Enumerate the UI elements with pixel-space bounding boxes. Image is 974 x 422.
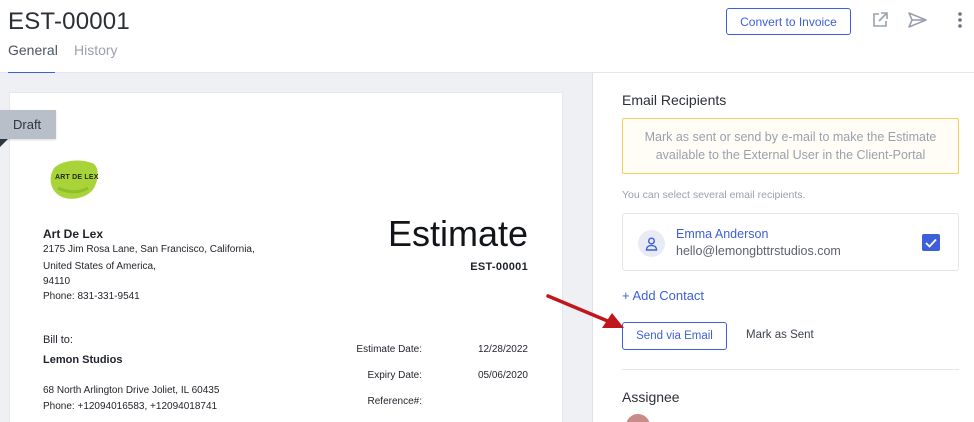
estimate-title: Estimate xyxy=(387,213,528,254)
send-via-email-button[interactable]: Send via Email xyxy=(622,322,727,350)
check-icon xyxy=(925,238,937,248)
contact-checkbox[interactable] xyxy=(922,234,940,251)
external-link-icon[interactable] xyxy=(870,10,890,30)
logo-text: ART DE LEX xyxy=(55,174,99,181)
assignee-title: Assignee xyxy=(622,389,680,405)
mark-as-sent-button[interactable]: Mark as Sent xyxy=(746,329,814,341)
contact-name: Emma Anderson xyxy=(676,227,769,241)
expiry-date-label: Expiry Date: xyxy=(367,370,422,381)
bill-to-address: 68 North Arlington Drive Joliet, IL 6043… xyxy=(43,385,220,396)
recipients-hint: You can select several email recipients. xyxy=(622,189,806,201)
tab-history[interactable]: History xyxy=(74,42,118,73)
draft-status-badge: Draft xyxy=(0,110,56,139)
estimate-date-value: 12/28/2022 xyxy=(477,344,528,355)
company-address-line3: 94110 xyxy=(43,276,71,287)
company-address-line1: 2175 Jim Rosa Lane, San Francisco, Calif… xyxy=(43,244,255,255)
draft-tag-fold xyxy=(0,139,8,147)
page-title: EST-00001 xyxy=(8,8,130,35)
company-phone: Phone: 831-331-9541 xyxy=(43,291,140,302)
contact-email: hello@lemongbttrstudios.com xyxy=(676,244,841,258)
email-recipients-title: Email Recipients xyxy=(622,92,727,108)
portal-notice: Mark as sent or send by e-mail to make t… xyxy=(622,118,959,174)
add-contact-link[interactable]: + Add Contact xyxy=(622,288,704,303)
contact-card[interactable] xyxy=(622,213,959,271)
annotation-arrow-icon xyxy=(546,294,624,328)
company-name: Art De Lex xyxy=(43,227,104,241)
estimate-number: EST-00001 xyxy=(470,261,528,273)
company-address-line2: United States of America, xyxy=(43,261,156,272)
more-vertical-icon[interactable] xyxy=(950,10,970,30)
page-header: EST-00001 General History Convert to Inv… xyxy=(0,0,974,74)
estimate-date-label: Estimate Date: xyxy=(356,344,422,355)
bill-to-label: Bill to: xyxy=(43,334,73,346)
convert-to-invoice-button[interactable]: Convert to Invoice xyxy=(726,8,851,35)
section-divider xyxy=(622,369,959,370)
user-icon xyxy=(638,230,665,257)
send-icon[interactable] xyxy=(908,10,928,30)
bill-to-name: Lemon Studios xyxy=(43,354,123,366)
bill-to-phone: Phone: +12094016583, +12094018741 xyxy=(43,401,218,412)
reference-label: Reference#: xyxy=(367,396,422,407)
tab-general[interactable]: General xyxy=(8,42,58,74)
expiry-date-value: 05/06/2020 xyxy=(477,370,528,381)
